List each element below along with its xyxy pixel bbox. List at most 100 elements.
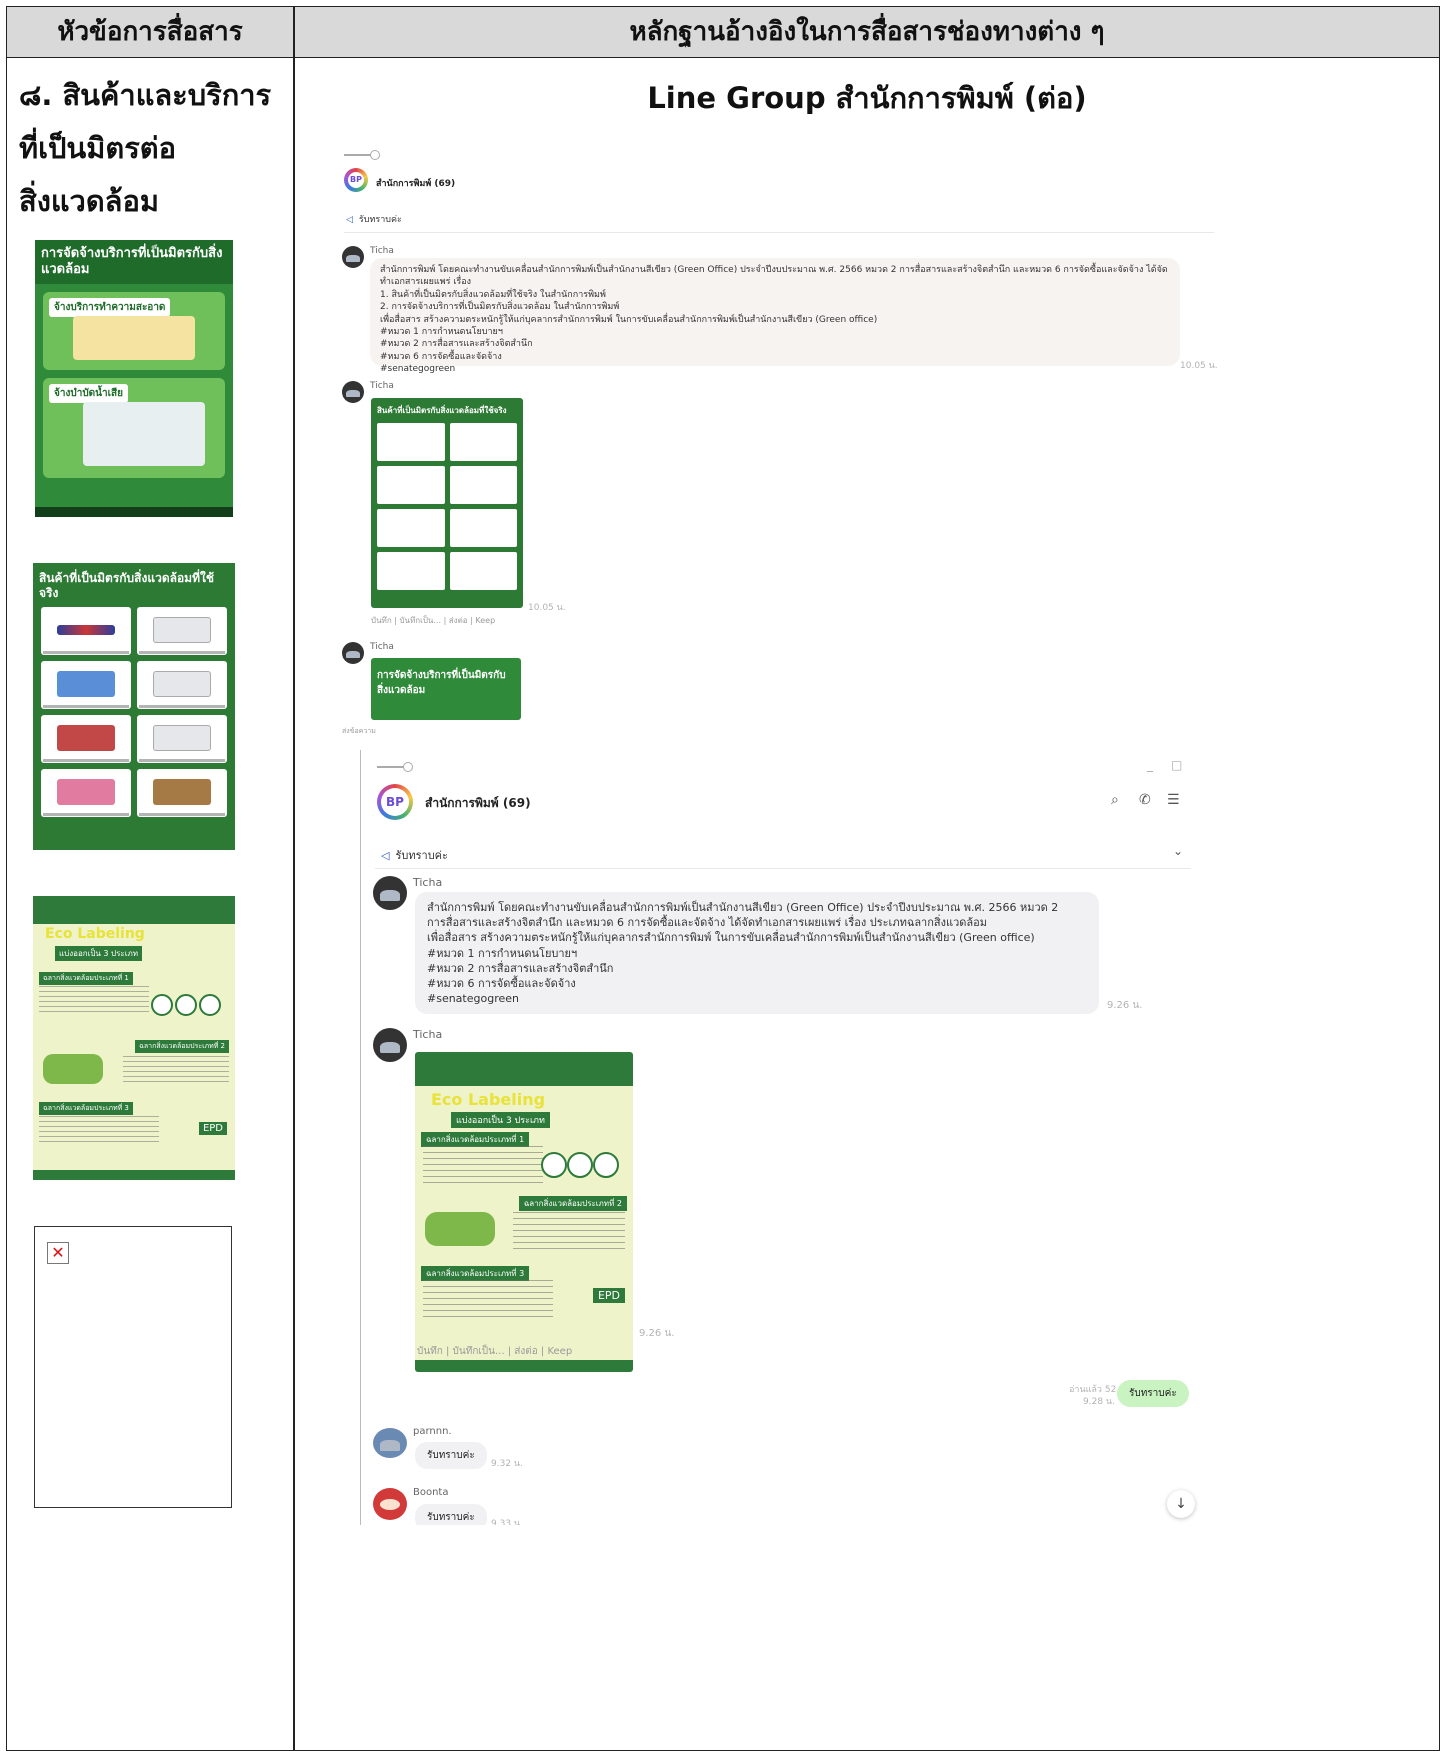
chat1-products-image-title: สินค้าที่เป็นมิตรกับสิ่งแวดล้อมที่ใช้จริ… bbox=[377, 406, 507, 415]
chat1-group-avatar bbox=[344, 168, 368, 192]
chat2-user2-time: 9.32 น. bbox=[491, 1459, 523, 1469]
chat2-ticha-avatar[interactable] bbox=[373, 876, 407, 910]
chat1-products-image[interactable]: สินค้าที่เป็นมิตรกับสิ่งแวดล้อมที่ใช้จริ… bbox=[371, 398, 523, 608]
scroll-down-icon[interactable]: ↓ bbox=[1167, 1490, 1195, 1518]
eco-type3-tag: ฉลากสิ่งแวดล้อมประเภทที่ 3 bbox=[39, 1102, 133, 1115]
column-divider bbox=[293, 7, 295, 1750]
chat1-message-bubble: สำนักการพิมพ์ โดยคณะทำงานขับเคลื่อนสำนัก… bbox=[370, 258, 1180, 374]
chevron-down-icon[interactable]: ⌄ bbox=[1173, 844, 1183, 858]
epd-logo: EPD bbox=[198, 1122, 227, 1135]
chat1-sender-3: Ticha bbox=[370, 642, 394, 652]
chat1-sender: Ticha bbox=[370, 246, 394, 256]
line-chat-screenshot-1: สำนักการพิมพ์ (69) ◁ รับทราบค่ะ Ticha สำน… bbox=[334, 136, 1224, 736]
chat2-message-bubble: สำนักการพิมพ์ โดยคณะทำงานขับเคลื่อนสำนัก… bbox=[415, 892, 1099, 1014]
cleaning-illustration bbox=[73, 316, 195, 360]
topic-line-2: ที่เป็นมิตรต่อ bbox=[19, 131, 177, 165]
eco-type1-tag: ฉลากสิ่งแวดล้อมประเภทที่ 1 bbox=[39, 972, 133, 985]
poster-products: สินค้าที่เป็นมิตรกับสิ่งแวดล้อมที่ใช้จริ… bbox=[33, 563, 235, 850]
chat2-eco-type3: ฉลากสิ่งแวดล้อมประเภทที่ 3 bbox=[421, 1266, 530, 1281]
chat2-announcement[interactable]: ◁ รับทราบค่ะ bbox=[381, 846, 448, 864]
chat2-user3-reply: รับทราบค่ะ bbox=[415, 1504, 487, 1525]
topic-line-1: ๘. สินค้าและบริการ bbox=[19, 78, 272, 112]
chat1-image-actions[interactable]: บันทึก | บันทึกเป็น... | ส่งต่อ | Keep bbox=[371, 614, 495, 627]
chat1-window-handle bbox=[344, 151, 380, 159]
table-header-row: หัวข้อการสื่อสาร หลักฐานอ้างอิงในการสื่อ… bbox=[7, 7, 1439, 58]
chat2-time1: 9.26 น. bbox=[1107, 1000, 1143, 1011]
product-printer-3 bbox=[137, 715, 227, 763]
chat2-eco-label: Eco Labeling bbox=[431, 1090, 546, 1109]
product-pens bbox=[41, 661, 131, 709]
eco-poster-title: ฉลากสิ่งแวดล้อม bbox=[37, 900, 154, 919]
poster-cleaning-label: จ้างบริการทำความสะอาด bbox=[49, 298, 171, 317]
topic-cell: ๘. สินค้าและบริการ ที่เป็นมิตรต่อ สิ่งแว… bbox=[19, 69, 289, 228]
poster-products-title: สินค้าที่เป็นมิตรกับสิ่งแวดล้อมที่ใช้จริ… bbox=[39, 571, 214, 600]
product-markers bbox=[41, 607, 131, 655]
chat1-green-image-title: การจัดจ้างบริการที่เป็นมิตรกับสิ่งแวดล้อ… bbox=[377, 670, 506, 696]
chat1-ticha-avatar-3[interactable] bbox=[342, 642, 364, 664]
chat2-ticha-avatar-2[interactable] bbox=[373, 1028, 407, 1062]
poster-cleaning-box: จ้างบริการทำความสะอาด bbox=[43, 292, 225, 370]
eco-poster-sub: แบ่งออกเป็น 3 ประเภท bbox=[55, 946, 143, 961]
chat1-ticha-avatar-2[interactable] bbox=[342, 381, 364, 403]
phone-icon[interactable]: ✆ bbox=[1139, 792, 1151, 808]
chat2-eco-type2: ฉลากสิ่งแวดล้อมประเภทที่ 2 bbox=[518, 1196, 627, 1211]
chat2-image-actions[interactable]: บันทึก | บันทึกเป็น... | ส่งต่อ | Keep bbox=[417, 1344, 572, 1359]
chat2-eco-value-logo bbox=[425, 1212, 495, 1246]
product-batteries bbox=[41, 715, 131, 763]
chat1-time1: 10.05 น. bbox=[1180, 361, 1218, 371]
header-topic: หัวข้อการสื่อสาร bbox=[57, 17, 243, 47]
chat2-time2: 9.26 น. bbox=[639, 1328, 675, 1339]
product-printer-2 bbox=[137, 661, 227, 709]
maximize-icon[interactable]: □ bbox=[1171, 758, 1182, 772]
wastewater-illustration bbox=[83, 402, 205, 466]
eco-value-logo bbox=[43, 1054, 103, 1084]
eco-type2-tag: ฉลากสิ่งแวดล้อมประเภทที่ 2 bbox=[135, 1040, 229, 1053]
topic-line-3: สิ่งแวดล้อม bbox=[19, 184, 159, 218]
chat1-announcement-text: รับทราบค่ะ bbox=[358, 215, 402, 225]
poster-wastewater-box: จ้างบำบัดน้ำเสีย bbox=[43, 378, 225, 478]
evidence-title: Line Group สำนักการพิมพ์ (ต่อ) bbox=[647, 81, 1087, 115]
chat2-eco-title: ฉลากสิ่งแวดล้อม bbox=[421, 1059, 553, 1080]
product-paper bbox=[41, 769, 131, 817]
chat2-parnnn-avatar[interactable] bbox=[373, 1428, 407, 1458]
chat1-sender-2: Ticha bbox=[370, 381, 394, 391]
product-printer bbox=[137, 607, 227, 655]
product-grid bbox=[33, 603, 235, 821]
chat2-group-name: สำนักการพิมพ์ (69) bbox=[425, 796, 531, 810]
chat2-my-reply: รับทราบค่ะ bbox=[1117, 1380, 1189, 1407]
chat2-announcement-text: รับทราบค่ะ bbox=[395, 849, 448, 862]
product-box bbox=[137, 769, 227, 817]
chat1-ticha-avatar[interactable] bbox=[342, 246, 364, 268]
chat2-window-handle bbox=[377, 763, 413, 771]
broken-image-icon: ✕ bbox=[47, 1242, 69, 1264]
poster-wastewater-label: จ้างบำบัดน้ำเสีย bbox=[49, 384, 128, 403]
chat2-epd-logo: EPD bbox=[592, 1288, 625, 1303]
chat1-green-service-image[interactable]: การจัดจ้างบริการที่เป็นมิตรกับสิ่งแวดล้อ… bbox=[371, 658, 521, 720]
poster-green-service: การจัดจ้างบริการที่เป็นมิตรกับสิ่งแวดล้อ… bbox=[35, 240, 233, 517]
poster-green-title: การจัดจ้างบริการที่เป็นมิตรกับสิ่งแวดล้อ… bbox=[35, 240, 233, 284]
header-evidence: หลักฐานอ้างอิงในการสื่อสารช่องทางต่าง ๆ bbox=[629, 17, 1105, 47]
broken-image-frame: ✕ bbox=[34, 1226, 232, 1508]
chat1-footer-hint[interactable]: ส่งข้อความ bbox=[342, 726, 376, 736]
poster-eco-labeling: ฉลากสิ่งแวดล้อม Eco Labeling แบ่งออกเป็น… bbox=[33, 896, 235, 1180]
chat2-group-avatar bbox=[377, 784, 413, 820]
line-chat-screenshot-2: _ □ สำนักการพิมพ์ (69) ⌕ ✆ ☰ ◁ รับทราบค่ะ… bbox=[360, 750, 1201, 1525]
search-icon[interactable]: ⌕ bbox=[1111, 792, 1119, 808]
minimize-icon[interactable]: _ bbox=[1147, 758, 1153, 772]
chat2-user3-time: 9.33 น. bbox=[491, 1519, 523, 1525]
chat1-announcement[interactable]: ◁ รับทราบค่ะ bbox=[346, 212, 402, 226]
chat2-eco-labeling-image[interactable]: ฉลากสิ่งแวดล้อม Eco Labeling แบ่งออกเป็น… bbox=[415, 1052, 633, 1372]
chat1-group-name: สำนักการพิมพ์ (69) bbox=[376, 179, 456, 189]
chat2-user2-reply: รับทราบค่ะ bbox=[415, 1442, 487, 1469]
chat2-eco-type1: ฉลากสิ่งแวดล้อมประเภทที่ 1 bbox=[421, 1132, 530, 1147]
megaphone-icon: ◁ bbox=[346, 215, 353, 225]
chat2-user2-name: parnnn. bbox=[413, 1426, 452, 1437]
chat1-time2: 10.05 น. bbox=[528, 603, 566, 613]
chat2-boonta-avatar[interactable] bbox=[373, 1488, 407, 1520]
chat2-my-time: 9.28 น. bbox=[1083, 1397, 1115, 1407]
megaphone-icon: ◁ bbox=[381, 849, 390, 862]
chat2-sender-2: Ticha bbox=[413, 1028, 443, 1041]
chat2-eco-sub: แบ่งออกเป็น 3 ประเภท bbox=[451, 1112, 550, 1128]
poster-footer bbox=[35, 507, 233, 517]
menu-icon[interactable]: ☰ bbox=[1167, 792, 1180, 808]
